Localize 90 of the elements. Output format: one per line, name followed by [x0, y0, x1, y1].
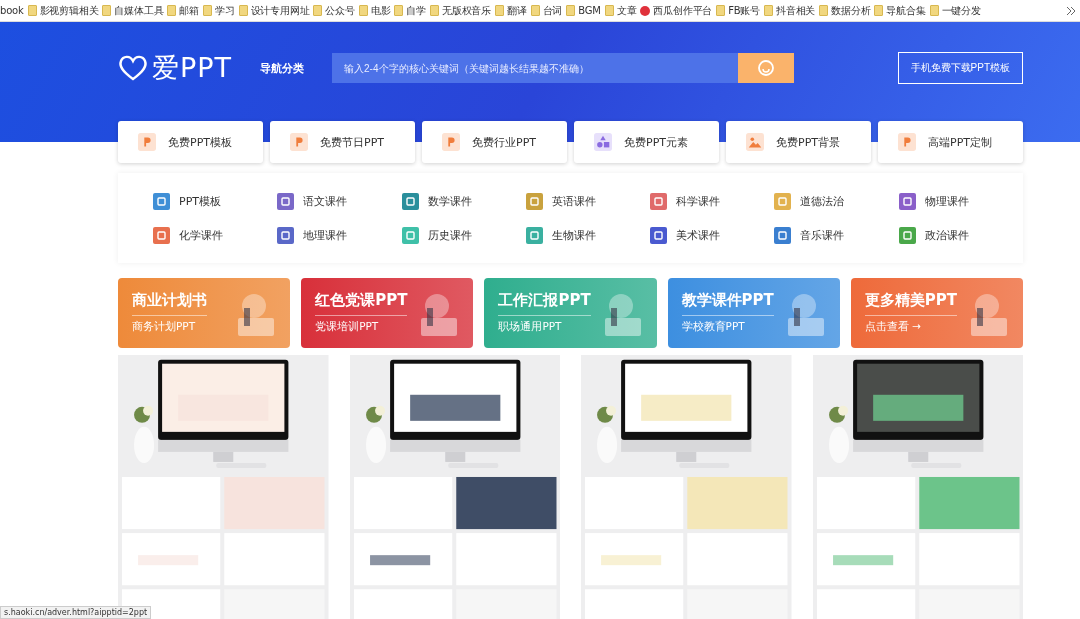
logo-text[interactable]: 爱PPT	[152, 50, 233, 86]
folder-icon	[167, 5, 177, 16]
folder-icon	[819, 5, 829, 16]
folder-icon	[27, 5, 37, 16]
bookmark[interactable]: 一键分发	[941, 3, 981, 18]
card-label: 免费PPT模板	[168, 134, 232, 150]
bookmark[interactable]: 抖音相关	[776, 3, 816, 18]
folder-icon	[358, 5, 368, 16]
folder-icon	[394, 5, 404, 16]
banner-subtitle: 点击查看 →	[864, 320, 922, 334]
card-label: 免费PPT背景	[776, 134, 840, 150]
banner-title: 更多精美PPT	[864, 291, 958, 316]
bookmark[interactable]: 西瓜创作平台	[653, 3, 713, 18]
chevron-icon[interactable]	[1066, 5, 1076, 16]
folder-icon	[203, 5, 212, 16]
category-card[interactable]: 免费PPT模板	[118, 121, 263, 163]
banner-subtitle: 党课培训PPT	[315, 320, 380, 334]
category-link[interactable]: 物理课件	[924, 193, 969, 209]
banner-subtitle: 商务计划PPT	[132, 320, 197, 334]
download-button[interactable]: 手机免费下载PPT模板	[897, 52, 1023, 84]
card-label: 免费PPT元素	[624, 134, 688, 150]
category-link[interactable]: 音乐课件	[800, 227, 845, 243]
site-icon	[640, 5, 651, 16]
bookmark[interactable]: 文章	[616, 3, 637, 18]
folder-icon	[430, 5, 440, 16]
category-link[interactable]: 科学课件	[676, 193, 721, 209]
banner-title: 商业计划书	[132, 291, 207, 316]
card-label: 免费节日PPT	[320, 134, 384, 150]
banner-title: 教学课件PPT	[681, 291, 774, 316]
bookmark[interactable]: FB账号	[728, 3, 760, 18]
category-card[interactable]: 免费PPT元素	[574, 121, 719, 163]
category-card[interactable]: 高端PPT定制	[878, 121, 1023, 163]
category-link[interactable]: 语文课件	[303, 193, 348, 209]
category-link[interactable]: 化学课件	[179, 227, 223, 243]
ppt-icon	[290, 133, 308, 151]
category-link[interactable]: 道德法治	[800, 193, 845, 209]
category-card[interactable]: 免费节日PPT	[270, 121, 415, 163]
category-card[interactable]: 免费PPT背景	[726, 121, 871, 163]
category-card[interactable]: 免费行业PPT	[422, 121, 567, 163]
nav-link[interactable]: 导航分类	[260, 60, 305, 76]
card-label: 高端PPT定制	[928, 134, 992, 150]
folder-icon	[495, 5, 505, 16]
folder-icon	[716, 5, 726, 16]
ppt-icon	[898, 133, 916, 151]
bookmark[interactable]: 翻译	[507, 3, 527, 18]
folder-icon	[102, 5, 112, 16]
bookmark[interactable]: book	[0, 5, 24, 16]
category-link[interactable]: PPT模板	[179, 193, 221, 209]
category-link[interactable]: 地理课件	[303, 227, 348, 243]
bookmark[interactable]: 自媒体工具	[114, 3, 164, 18]
heart-logo-icon	[118, 55, 148, 81]
bookmark[interactable]: 数据分析	[831, 3, 871, 18]
bookmark[interactable]: 无版权音乐	[442, 3, 492, 18]
banner-subtitle: 职场通用PPT	[498, 320, 563, 334]
search-field[interactable]: 输入2-4个字的核心关键词（关键词越长结果越不准确）	[332, 53, 739, 83]
card-label: 免费行业PPT	[472, 134, 536, 150]
ppt-icon	[138, 133, 156, 151]
bookmark[interactable]: 公众号	[325, 3, 355, 18]
folder-icon	[764, 5, 773, 16]
category-link[interactable]: 美术课件	[676, 227, 721, 243]
shapes-icon	[594, 133, 612, 151]
promo-banner[interactable]: 红色党课PPT 党课培训PPT	[301, 278, 474, 348]
banner-title: 红色党课PPT	[315, 291, 408, 316]
banner-subtitle: 学校教育PPT	[681, 320, 746, 334]
folder-icon	[604, 5, 614, 16]
banner-title: 工作汇报PPT	[498, 291, 591, 316]
category-link[interactable]: 政治课件	[924, 227, 969, 243]
bookmark[interactable]: 导航合集	[886, 3, 926, 18]
category-link[interactable]: 历史课件	[427, 227, 472, 243]
bookmark[interactable]: 设计专用网址	[250, 3, 310, 18]
category-link[interactable]: 英语课件	[551, 193, 596, 209]
folder-icon	[929, 5, 939, 16]
search-icon	[757, 59, 776, 77]
folder-icon	[530, 5, 540, 16]
folder-icon	[313, 5, 323, 16]
bookmark[interactable]: 电影	[370, 3, 391, 18]
folder-icon	[874, 5, 884, 16]
bookmark[interactable]: 自学	[406, 3, 427, 18]
bookmark[interactable]: 学习	[215, 3, 235, 18]
status-url: s.haoki.cn/adver.html?aipptid=2ppt	[0, 606, 152, 619]
bookmark[interactable]: 台词	[542, 3, 563, 18]
bookmark[interactable]: 影视剪辑相关	[39, 3, 99, 18]
ppt-icon	[442, 133, 460, 151]
bookmark[interactable]: BGM	[578, 5, 601, 16]
folder-icon	[566, 5, 576, 16]
folder-icon	[238, 5, 248, 16]
bookmark[interactable]: 邮箱	[179, 3, 199, 18]
category-link[interactable]: 数学课件	[427, 193, 472, 209]
image-icon	[746, 133, 764, 151]
category-link[interactable]: 生物课件	[551, 227, 596, 243]
